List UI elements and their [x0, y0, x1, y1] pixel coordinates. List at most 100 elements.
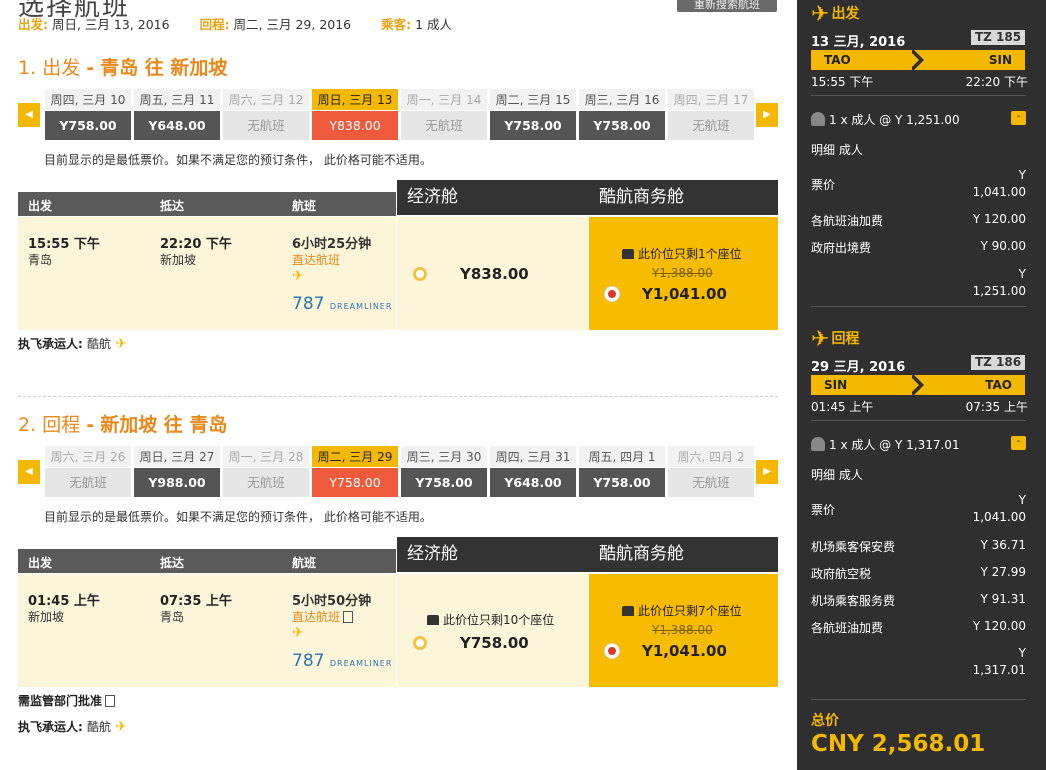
research-flights-button[interactable]: 重新搜索航班 [677, 0, 777, 12]
out-passenger: 1 x 成人 @ Y 1,251.00 [811, 111, 960, 128]
fee-amount: 1,041.00 [972, 185, 1026, 199]
document-icon[interactable] [343, 611, 354, 623]
fee-amount: Y 91.31 [980, 592, 1027, 606]
prev-dates-arrow[interactable]: ◀ [18, 103, 40, 127]
plane-icon: ✈ [115, 336, 127, 352]
fee-label: 政府出境费 [811, 241, 872, 255]
document-icon[interactable] [105, 695, 116, 707]
date-option[interactable]: 周四, 三月 10 Y758.00 [45, 89, 131, 141]
date-option[interactable]: 周三, 三月 30 Y758.00 [401, 446, 487, 498]
ret-arr-time: 07:35 上午 [965, 400, 1028, 414]
economy-radio[interactable] [413, 267, 427, 281]
original-price: Y1,388.00 [652, 266, 713, 280]
economy-fare-cell[interactable]: Y838.00 [396, 217, 588, 330]
date-option-label: 周二, 三月 29 [312, 446, 398, 468]
economy-fare-cell[interactable]: 此价位只剩10个座位 Y758.00 [396, 574, 588, 687]
direct-flight-link[interactable]: 直达航班 [292, 251, 340, 268]
business-header: 酷航商务舱 [589, 537, 778, 572]
flight-row-outbound: 15:55 下午 青岛 22:20 下午 新加坡 6小时25分钟 直达航班 ✈ … [18, 217, 396, 330]
date-option: 周六, 三月 12 无航班 [223, 89, 309, 141]
original-price: Y1,388.00 [652, 623, 713, 637]
date-option: 周六, 四月 2 无航班 [668, 446, 754, 498]
return-date: 周二, 三月 29, 2016 [233, 17, 352, 32]
date-option-price: Y838.00 [312, 111, 398, 140]
date-option[interactable]: 周五, 三月 11 Y648.00 [134, 89, 220, 141]
ret-flight-number: TZ 186 [971, 355, 1025, 370]
trip-meta: 出发: 周日, 三月 13, 2016 回程: 周二, 三月 29, 2016 … [18, 14, 478, 33]
date-option[interactable]: 周四, 三月 31 Y648.00 [490, 446, 576, 498]
fee-label: 各航班油加费 [811, 621, 884, 635]
business-radio[interactable] [605, 644, 619, 658]
section-route: 青岛 往 新加坡 [100, 57, 228, 79]
business-price: Y1,041.00 [642, 642, 727, 660]
date-option[interactable]: 周五, 四月 1 Y758.00 [579, 446, 665, 498]
passenger-icon [811, 437, 825, 451]
arr-time: 07:35 上午 [160, 594, 232, 609]
date-option[interactable]: 周二, 三月 15 Y758.00 [490, 89, 576, 141]
date-option-label: 周一, 三月 14 [401, 89, 487, 111]
business-fare-cell[interactable]: 此价位只剩7个座位 Y1,388.00 Y1,041.00 [589, 574, 778, 687]
date-option-label: 周日, 三月 27 [134, 446, 220, 468]
seat-icon [622, 606, 634, 616]
duration: 6小时25分钟 [292, 237, 372, 252]
dreamliner-logo: 787 DREAMLINER [292, 651, 393, 671]
plane-icon: ✈ [811, 327, 830, 352]
fare-note: 目前显示的是最低票价。如果不满足您的预订条件， 此价格可能不适用。 [44, 153, 432, 167]
col-flight: 航班 [292, 556, 317, 570]
fee-currency: Y [1018, 168, 1026, 182]
date-option[interactable]: 周日, 三月 13 Y838.00 [312, 89, 398, 141]
date-option-price: 无航班 [223, 111, 309, 140]
date-option[interactable]: 周日, 三月 27 Y988.00 [134, 446, 220, 498]
collapse-toggle[interactable]: - [1011, 436, 1026, 450]
fee-amount: Y 120.00 [972, 619, 1026, 633]
flight-row-inbound: 01:45 上午 新加坡 07:35 上午 青岛 5小时50分钟 直达航班 ✈ … [18, 574, 396, 687]
fee-amount: Y 90.00 [980, 239, 1027, 253]
date-option-price: Y758.00 [312, 468, 398, 497]
date-option: 周一, 三月 14 无航班 [401, 89, 487, 141]
fee-amount: 1,041.00 [972, 510, 1026, 524]
date-option-label: 周一, 三月 28 [223, 446, 309, 468]
economy-radio[interactable] [413, 636, 427, 650]
subtotal-currency: Y [1018, 267, 1026, 281]
seats-left: 此价位只剩1个座位 [622, 245, 742, 262]
business-radio[interactable] [605, 287, 619, 301]
seat-icon [427, 615, 439, 625]
subtotal-amount: 1,317.01 [972, 663, 1026, 677]
date-option-price: Y758.00 [401, 468, 487, 497]
outbound-title: 1. 出发 - 青岛 往 新加坡 [18, 57, 228, 79]
section-route: 新加坡 往 青岛 [100, 414, 228, 436]
fare-note: 目前显示的是最低票价。如果不满足您的预订条件， 此价格可能不适用。 [44, 510, 432, 524]
booking-summary: ✈ 出发 13 三月, 2016 TZ 185 TAO SIN 15:55 下午 … [797, 0, 1046, 770]
next-dates-arrow[interactable]: ▶ [756, 460, 778, 484]
collapse-toggle[interactable]: - [1011, 111, 1026, 125]
out-dep-time: 15:55 下午 [811, 75, 874, 89]
approval-note: 需监管部门批准 [18, 692, 116, 709]
arr-time: 22:20 下午 [160, 237, 232, 252]
fee-currency: Y [1018, 493, 1026, 507]
date-option-label: 周三, 三月 16 [579, 89, 665, 111]
total-label: 总价 [811, 713, 839, 729]
depart-label: 出发: [18, 17, 48, 32]
total-price: CNY 2,568.01 [811, 731, 986, 757]
fee-amount: Y 27.99 [980, 565, 1027, 579]
ret-date: 29 三月, 2016 [811, 360, 906, 375]
business-fare-cell[interactable]: 此价位只剩1个座位 Y1,388.00 Y1,041.00 [589, 217, 778, 330]
direct-flight-link[interactable]: 直达航班 [292, 608, 354, 625]
next-dates-arrow[interactable]: ▶ [756, 103, 778, 127]
date-option[interactable]: 周二, 三月 29 Y758.00 [312, 446, 398, 498]
date-option[interactable]: 周三, 三月 16 Y758.00 [579, 89, 665, 141]
prev-dates-arrow[interactable]: ◀ [18, 460, 40, 484]
ret-dep-time: 01:45 上午 [811, 400, 874, 414]
ret-passenger: 1 x 成人 @ Y 1,317.01 [811, 436, 960, 453]
plane-icon: ✈ [811, 2, 830, 27]
subtotal-currency: Y [1018, 646, 1026, 660]
date-option-label: 周四, 三月 10 [45, 89, 131, 111]
fee-label: 政府航空税 [811, 567, 872, 581]
fee-amount: Y 120.00 [972, 212, 1026, 226]
return-label: 回程: [199, 17, 230, 32]
section-divider [18, 396, 778, 397]
date-option-label: 周日, 三月 13 [312, 89, 398, 111]
section-kind: 出发 [42, 57, 81, 79]
plane-icon: ✈ [292, 625, 304, 641]
date-option-price: 无航班 [668, 468, 754, 497]
